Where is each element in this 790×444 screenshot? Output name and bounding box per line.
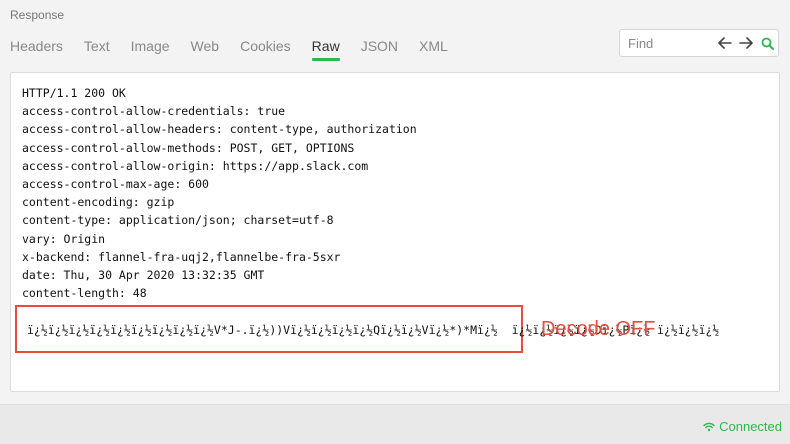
- raw-response-view[interactable]: HTTP/1.1 200 OK access-control-allow-cred…: [10, 72, 780, 392]
- status-label: Connected: [719, 419, 782, 434]
- tab-raw[interactable]: Raw: [311, 37, 361, 61]
- raw-line: access-control-allow-credentials: true: [22, 104, 286, 119]
- arrow-right-icon[interactable]: [735, 31, 756, 55]
- connection-status: Connected: [703, 419, 782, 434]
- tab-text[interactable]: Text: [84, 37, 131, 55]
- raw-line: date: Thu, 30 Apr 2020 13:32:35 GMT: [22, 268, 265, 283]
- raw-line: access-control-allow-methods: POST, GET,…: [22, 140, 355, 155]
- tab-image[interactable]: Image: [131, 37, 191, 55]
- annotation-highlight-box: ï¿½ï¿½ï¿½ï¿½ï¿½ï¿½ï¿½ï¿½ï¿½V*J-.ï¿½))Vï¿…: [15, 305, 719, 353]
- search-icon[interactable]: [757, 31, 778, 55]
- raw-line: content-encoding: gzip: [22, 195, 175, 210]
- decode-off-annotation: Decode OFF: [541, 318, 656, 340]
- raw-line: vary: Origin: [22, 231, 106, 246]
- response-panel: Response Headers Text Image Web Cookies …: [0, 0, 790, 444]
- tab-json[interactable]: JSON: [361, 37, 419, 55]
- raw-line: HTTP/1.1 200 OK: [22, 86, 126, 100]
- arrow-left-icon[interactable]: [714, 31, 735, 55]
- panel-title: Response: [10, 8, 65, 22]
- response-tabs: Headers Text Image Web Cookies Raw JSON …: [10, 37, 469, 61]
- tab-headers[interactable]: Headers: [10, 37, 84, 55]
- tab-cookies[interactable]: Cookies: [240, 37, 312, 55]
- raw-line: access-control-max-age: 600: [22, 177, 209, 192]
- raw-line: access-control-allow-origin: https://app…: [22, 158, 369, 173]
- raw-line: content-type: application/json; charset=…: [22, 213, 334, 228]
- raw-line: x-backend: flannel-fra-uqj2,flannelbe-fr…: [22, 249, 341, 264]
- raw-line: content-length: 48: [22, 286, 147, 301]
- wifi-icon: [703, 422, 715, 431]
- status-bar: Connected: [0, 404, 790, 444]
- raw-line: access-control-allow-headers: content-ty…: [22, 122, 417, 137]
- find-input[interactable]: [620, 31, 714, 55]
- raw-header-lines: HTTP/1.1 200 OK access-control-allow-cred…: [22, 84, 417, 302]
- find-box: [619, 29, 779, 57]
- tab-xml[interactable]: XML: [419, 37, 469, 55]
- tab-web[interactable]: Web: [191, 37, 241, 55]
